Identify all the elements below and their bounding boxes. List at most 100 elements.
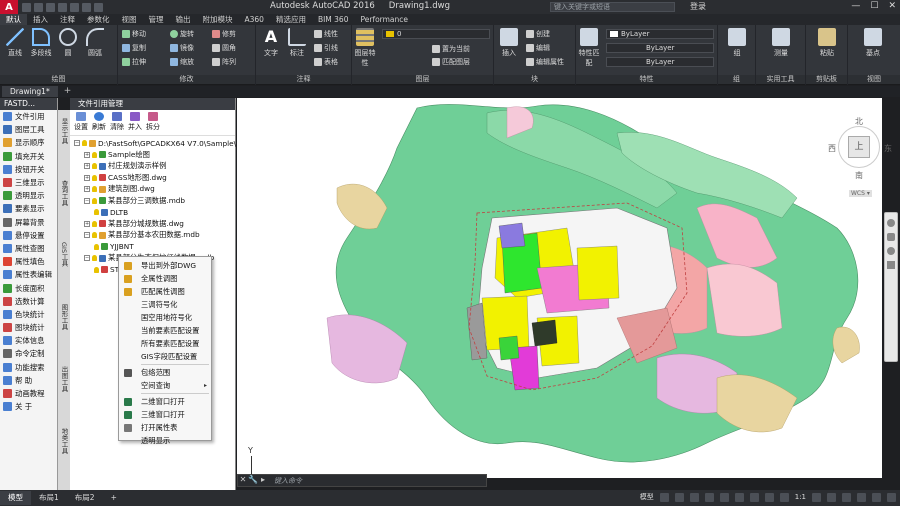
recent-cmd-icon[interactable]: ▸ [258, 475, 268, 486]
visibility-bulb-icon[interactable] [92, 232, 97, 239]
ribbon-group-title[interactable]: 图层 [352, 75, 493, 84]
copy-button[interactable]: 复制 [122, 43, 146, 53]
ribbon-group-title[interactable]: 实用工具 [756, 75, 805, 84]
fastd-item[interactable]: 属性查图 [0, 242, 57, 255]
tree-node[interactable]: − D:\FastSoft\GPCADKX64 V7.0\Sample\ [74, 138, 236, 149]
maximize-button[interactable]: ☐ [870, 1, 878, 11]
expand-icon[interactable]: + [84, 220, 90, 227]
vertical-tab[interactable]: 图形工具 [59, 304, 69, 330]
context-menu-item[interactable]: 打开属性表 [119, 421, 211, 434]
context-menu-item[interactable]: 二维窗口打开 [119, 395, 211, 408]
table-button[interactable]: 表格 [314, 57, 338, 67]
layer-properties-button[interactable]: 图层特性 [352, 28, 378, 68]
ribbon-group-title[interactable]: 块 [494, 75, 575, 84]
move-button[interactable]: 移动 [122, 29, 146, 39]
ortho-icon[interactable] [689, 492, 699, 502]
layer-dropdown[interactable]: 0 [382, 29, 490, 39]
tree-node[interactable]: + 建筑剖图.dwg [84, 184, 155, 195]
mirror-button[interactable]: 镜像 [170, 43, 194, 53]
leader-button[interactable]: 引线 [314, 43, 338, 53]
view-cube[interactable]: 北 南 东 西 上 WCS ▾ [826, 112, 896, 197]
vertical-tab[interactable]: 出图工具 [59, 366, 69, 392]
edit-attr-button[interactable]: 编辑属性 [526, 57, 564, 67]
east-label[interactable]: 东 [884, 143, 892, 154]
doc-tab-drawing1[interactable]: Drawing1* [2, 86, 58, 97]
visibility-bulb-icon[interactable] [92, 255, 97, 262]
south-label[interactable]: 南 [855, 170, 863, 181]
fastd-item[interactable]: 长度面积 [0, 281, 57, 294]
context-menu-item[interactable]: GIS字段匹配设置 [119, 350, 211, 363]
snap-icon[interactable] [674, 492, 684, 502]
fastd-item[interactable]: 属性填色 [0, 255, 57, 268]
linear-dim-button[interactable]: 线性 [314, 29, 338, 39]
orbit-icon[interactable] [887, 247, 895, 255]
fastd-item[interactable]: 三维显示 [0, 176, 57, 189]
tree-node[interactable]: − 某县部分三调数据.mdb [84, 196, 185, 207]
lineweight-dropdown[interactable]: ByLayer [606, 57, 714, 67]
tree-node[interactable]: + 村庄规划演示样例 [84, 161, 166, 172]
ribbon-tab[interactable]: 注释 [54, 14, 81, 25]
edit-block-button[interactable]: 编辑 [526, 43, 550, 53]
expand-icon[interactable]: + [84, 151, 90, 158]
fastd-item[interactable]: 按钮开关 [0, 163, 57, 176]
command-input[interactable]: 键入命令 [274, 476, 302, 486]
text-button[interactable]: A 文字 [258, 28, 284, 58]
refresh-button[interactable]: 刷新 [91, 112, 107, 135]
split-button[interactable]: 拆分 [145, 112, 161, 135]
context-menu-item[interactable]: 匹配属性调图 [119, 285, 211, 298]
grid-icon[interactable] [659, 492, 669, 502]
line-button[interactable]: 直线 [2, 28, 28, 58]
isolate-icon[interactable] [842, 492, 851, 502]
ribbon-group-title[interactable]: 剪贴板 [806, 75, 847, 84]
context-menu-item[interactable]: 全属性调图 [119, 272, 211, 285]
annotation-scale-value[interactable]: 1:1 [795, 493, 806, 501]
collapse-icon[interactable]: − [84, 255, 90, 262]
context-menu-item[interactable]: 三维窗口打开 [119, 408, 211, 421]
otrack-icon[interactable] [734, 492, 744, 502]
close-button[interactable]: ✕ [888, 1, 896, 11]
drawing-canvas[interactable]: Y [237, 98, 882, 478]
visibility-bulb-icon[interactable] [92, 197, 97, 204]
navigation-bar[interactable] [884, 212, 898, 362]
visibility-bulb-icon[interactable] [94, 266, 99, 273]
undo-icon[interactable] [82, 2, 91, 12]
minimize-button[interactable]: — [851, 1, 860, 11]
autocad-logo-icon[interactable]: A [0, 0, 18, 14]
fastd-item[interactable]: 图层工具 [0, 123, 57, 136]
context-menu-item[interactable]: 包络范围 [119, 366, 211, 379]
vertical-tab[interactable]: 显示工具 [59, 118, 69, 144]
customize-cmd-icon[interactable]: 🔧 [248, 475, 258, 486]
visibility-bulb-icon[interactable] [92, 186, 97, 193]
tree-node[interactable]: + CASS地形图.dwg [84, 173, 167, 184]
stretch-button[interactable]: 拉伸 [122, 57, 146, 67]
fastd-item[interactable]: 屏幕背景 [0, 216, 57, 229]
settings-button[interactable]: 设置 [73, 112, 89, 135]
merge-button[interactable]: 并入 [127, 112, 143, 135]
showmotion-icon[interactable] [887, 261, 895, 269]
wcs-dropdown[interactable]: WCS ▾ [849, 190, 872, 197]
group-button[interactable]: 组 [724, 28, 750, 58]
cube-face-top[interactable]: 上 [848, 136, 870, 158]
layout-tab-layout2[interactable]: 布局2 [67, 491, 103, 505]
ribbon-tab[interactable]: 默认 [0, 14, 27, 25]
new-doc-tab-button[interactable]: + [58, 86, 78, 97]
visibility-bulb-icon[interactable] [94, 209, 99, 216]
context-menu-item[interactable]: 当前要素匹配设置 [119, 324, 211, 337]
saveas-icon[interactable] [58, 2, 67, 12]
match-properties-button[interactable]: 特性匹配 [576, 28, 602, 68]
context-menu-item[interactable]: 所有要素匹配设置 [119, 337, 211, 350]
context-menu-item[interactable]: 导出到外部DWG [119, 259, 211, 272]
match-layer-button[interactable]: 匹配图层 [432, 57, 470, 67]
add-layout-button[interactable]: + [103, 491, 125, 505]
visibility-bulb-icon[interactable] [82, 140, 87, 147]
ribbon-tab[interactable]: 精选应用 [270, 14, 312, 25]
vertical-tab[interactable]: 查询工具 [59, 180, 69, 206]
hardware-accel-icon[interactable] [857, 492, 866, 502]
collapse-icon[interactable]: − [74, 140, 80, 147]
array-button[interactable]: 阵列 [212, 57, 236, 67]
collapse-icon[interactable]: − [84, 232, 90, 239]
tree-node[interactable]: + Sample绘图 [84, 150, 150, 161]
arc-button[interactable]: 圆弧 [82, 28, 108, 58]
visibility-bulb-icon[interactable] [92, 151, 97, 158]
ribbon-group-title[interactable]: 修改 [118, 75, 255, 84]
